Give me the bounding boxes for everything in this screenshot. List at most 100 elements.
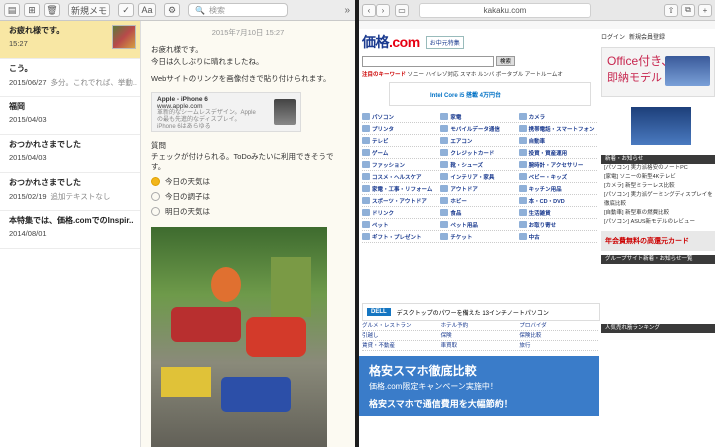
pc-image [665, 56, 710, 86]
category-link[interactable]: お取り寄せ [518, 219, 597, 230]
category-link[interactable]: パソコン [362, 111, 440, 122]
news-item[interactable]: [自動車] 新型車の燃費比較 [601, 209, 715, 218]
category-link[interactable]: アウトドア [440, 183, 518, 194]
category-link[interactable]: ホビー [440, 195, 518, 206]
address-bar[interactable]: kakaku.com [419, 2, 591, 18]
list-item[interactable]: おつかれさまでした 2015/02/19 追加テキストなし [0, 173, 140, 211]
sidebar-button[interactable]: ▭ [395, 3, 409, 17]
login-link[interactable]: ログイン [601, 32, 625, 41]
list-item[interactable]: こう。 2015/06/27 多分。これでれば、挙動... [0, 59, 140, 97]
category-link[interactable]: テレビ [362, 135, 440, 146]
category-link[interactable]: インテリア・家具 [440, 171, 518, 182]
checklist-item[interactable]: 今日の天気は [151, 176, 345, 187]
feature-link[interactable]: お中元特集 [425, 35, 464, 49]
category-link[interactable]: ドリンク [362, 207, 440, 218]
new-tab-button[interactable]: + [698, 3, 712, 17]
service-link[interactable]: 賃貸・不動産 [362, 341, 441, 350]
category-link[interactable]: ゲーム [362, 147, 440, 158]
news-item[interactable]: [パソコン] 実力派格安のノートPC [601, 164, 715, 173]
attachments-button[interactable]: ⊞ [24, 3, 40, 17]
site-search-button[interactable]: 検索 [496, 56, 516, 66]
note-date: 2014/08/01 [9, 229, 47, 238]
category-link[interactable]: コスメ・ヘルスケア [362, 171, 440, 182]
service-link[interactable]: ホテル予約 [441, 321, 520, 330]
category-link[interactable]: 家電 [440, 111, 518, 122]
forward-button[interactable]: › [376, 3, 390, 17]
service-link[interactable]: 引越し [362, 331, 441, 340]
checkbox-checked-icon[interactable] [151, 177, 160, 186]
list-item[interactable]: 本特集では、価格.comでのInspir... 2014/08/01 [0, 211, 140, 249]
category-link[interactable]: 生活雑貨 [518, 207, 597, 218]
category-link[interactable]: モバイルデータ通信 [440, 123, 518, 134]
news-item[interactable]: [家電] ソニーの新型4Kテレビ [601, 173, 715, 182]
note-date: 2015/06/27 [9, 78, 47, 87]
checklist-item[interactable]: 今日の調子は [151, 191, 345, 202]
share-button[interactable]: ⇧ [664, 3, 678, 17]
category-link[interactable]: スポーツ・アウトドア [362, 195, 440, 206]
category-link[interactable]: 携帯電話・スマートフォン [518, 123, 597, 134]
share-button[interactable]: ⚙ [164, 3, 180, 17]
new-note-button[interactable]: 新規メモ [68, 3, 110, 17]
register-link[interactable]: 新規会員登録 [629, 32, 665, 41]
category-link[interactable]: 靴・シューズ [440, 159, 518, 170]
site-logo[interactable]: 価格.com [362, 32, 420, 52]
category-icon [518, 161, 527, 168]
tabs-button[interactable]: ⧉ [681, 3, 695, 17]
laptop-ad[interactable] [601, 101, 715, 151]
service-link[interactable]: 旅行 [519, 341, 598, 350]
list-item[interactable]: 福岡 2015/04/03 [0, 97, 140, 135]
office-ad[interactable]: Office付き、 即納モデル [601, 47, 715, 97]
category-icon [362, 197, 370, 204]
category-link[interactable]: 中古 [518, 231, 597, 242]
category-link[interactable]: ベビー・キッズ [518, 171, 597, 182]
notes-search-input[interactable]: 🔍 検索 [188, 3, 288, 17]
category-link[interactable]: クレジットカード [440, 147, 518, 158]
checklist-item[interactable]: 明日の天気は [151, 206, 345, 217]
list-item[interactable]: お疲れ様です。 15:27 [0, 21, 140, 59]
checkbox-icon[interactable] [151, 207, 160, 216]
category-link[interactable]: プリンタ [362, 123, 440, 134]
news-item[interactable]: [カメラ] 新型ミラーレス比較 [601, 182, 715, 191]
link-preview-card[interactable]: Apple - iPhone 6 www.apple.com 革新的なシームレス… [151, 92, 301, 132]
service-link[interactable]: プロバイダ [519, 321, 598, 330]
back-button[interactable]: ‹ [362, 3, 376, 17]
dell-ad[interactable]: DELL デスクトップのパワーを備えた 13インチノートパソコン [362, 303, 600, 321]
intel-ad[interactable]: Intel Core i5 搭載 4万円台 [389, 82, 591, 106]
category-link[interactable]: 投資・資産運用 [518, 147, 597, 158]
category-link[interactable]: カメラ [518, 111, 597, 122]
format-button[interactable]: Aa [138, 3, 156, 17]
category-link[interactable]: 本・CD・DVD [518, 195, 597, 206]
category-link[interactable]: チケット [440, 231, 518, 242]
service-link[interactable]: 保険比較 [519, 331, 598, 340]
delete-button[interactable]: 🗑 [44, 3, 60, 17]
checkbox-icon[interactable] [151, 192, 160, 201]
checklist-button[interactable]: ✓ [118, 3, 134, 17]
category-link[interactable]: ペット [362, 219, 440, 230]
category-link[interactable]: 家電・工事・リフォーム [362, 183, 440, 194]
category-link[interactable]: ファッション [362, 159, 440, 170]
category-link[interactable]: 自動車 [518, 135, 597, 146]
category-link[interactable]: ペット用品 [440, 219, 518, 230]
category-link[interactable]: 腕時計・アクセサリー [518, 159, 597, 170]
card-promo[interactable]: 年会費無料の高還元カード [601, 231, 715, 251]
service-link[interactable]: 保険 [441, 331, 520, 340]
category-row: プリンタ モバイルデータ通信 携帯電話・スマートフォン [362, 123, 597, 135]
news-item[interactable]: [パソコン] 実力派ゲーミングディスプレイを徹底比較 [601, 191, 715, 209]
category-label: 本・CD・DVD [528, 198, 565, 205]
category-link[interactable]: 食品 [440, 207, 518, 218]
sidebar-toggle-button[interactable]: ▤ [4, 3, 20, 17]
service-link[interactable]: 車買取 [441, 341, 520, 350]
category-link[interactable]: エアコン [440, 135, 518, 146]
note-editor[interactable]: 2015年7月10日 15:27 お疲れ様です。 今日は久しぶりに晴れましたね。… [141, 21, 355, 447]
keyword-links[interactable]: ソニー ハイレゾ対応 スマホ ルンバ ポータブル アートルームオ [408, 72, 563, 78]
category-link[interactable]: キッチン用品 [518, 183, 597, 194]
category-link[interactable]: ギフト・プレゼント [362, 231, 440, 242]
site-search-input[interactable] [362, 55, 494, 67]
overflow-chevron-icon[interactable]: » [344, 5, 350, 16]
smartphone-banner[interactable]: 格安スマホ徹底比較 価格.com限定キャンペーン実施中！ 格安スマホで通信費用を… [359, 356, 599, 416]
attached-photo[interactable] [151, 227, 327, 447]
category-label: カメラ [528, 114, 546, 121]
news-item[interactable]: [パソコン] ASUS新モデルのレビュー [601, 218, 715, 227]
list-item[interactable]: おつかれさまでした 2015/04/03 [0, 135, 140, 173]
service-link[interactable]: グルメ・レストラン [362, 321, 441, 330]
